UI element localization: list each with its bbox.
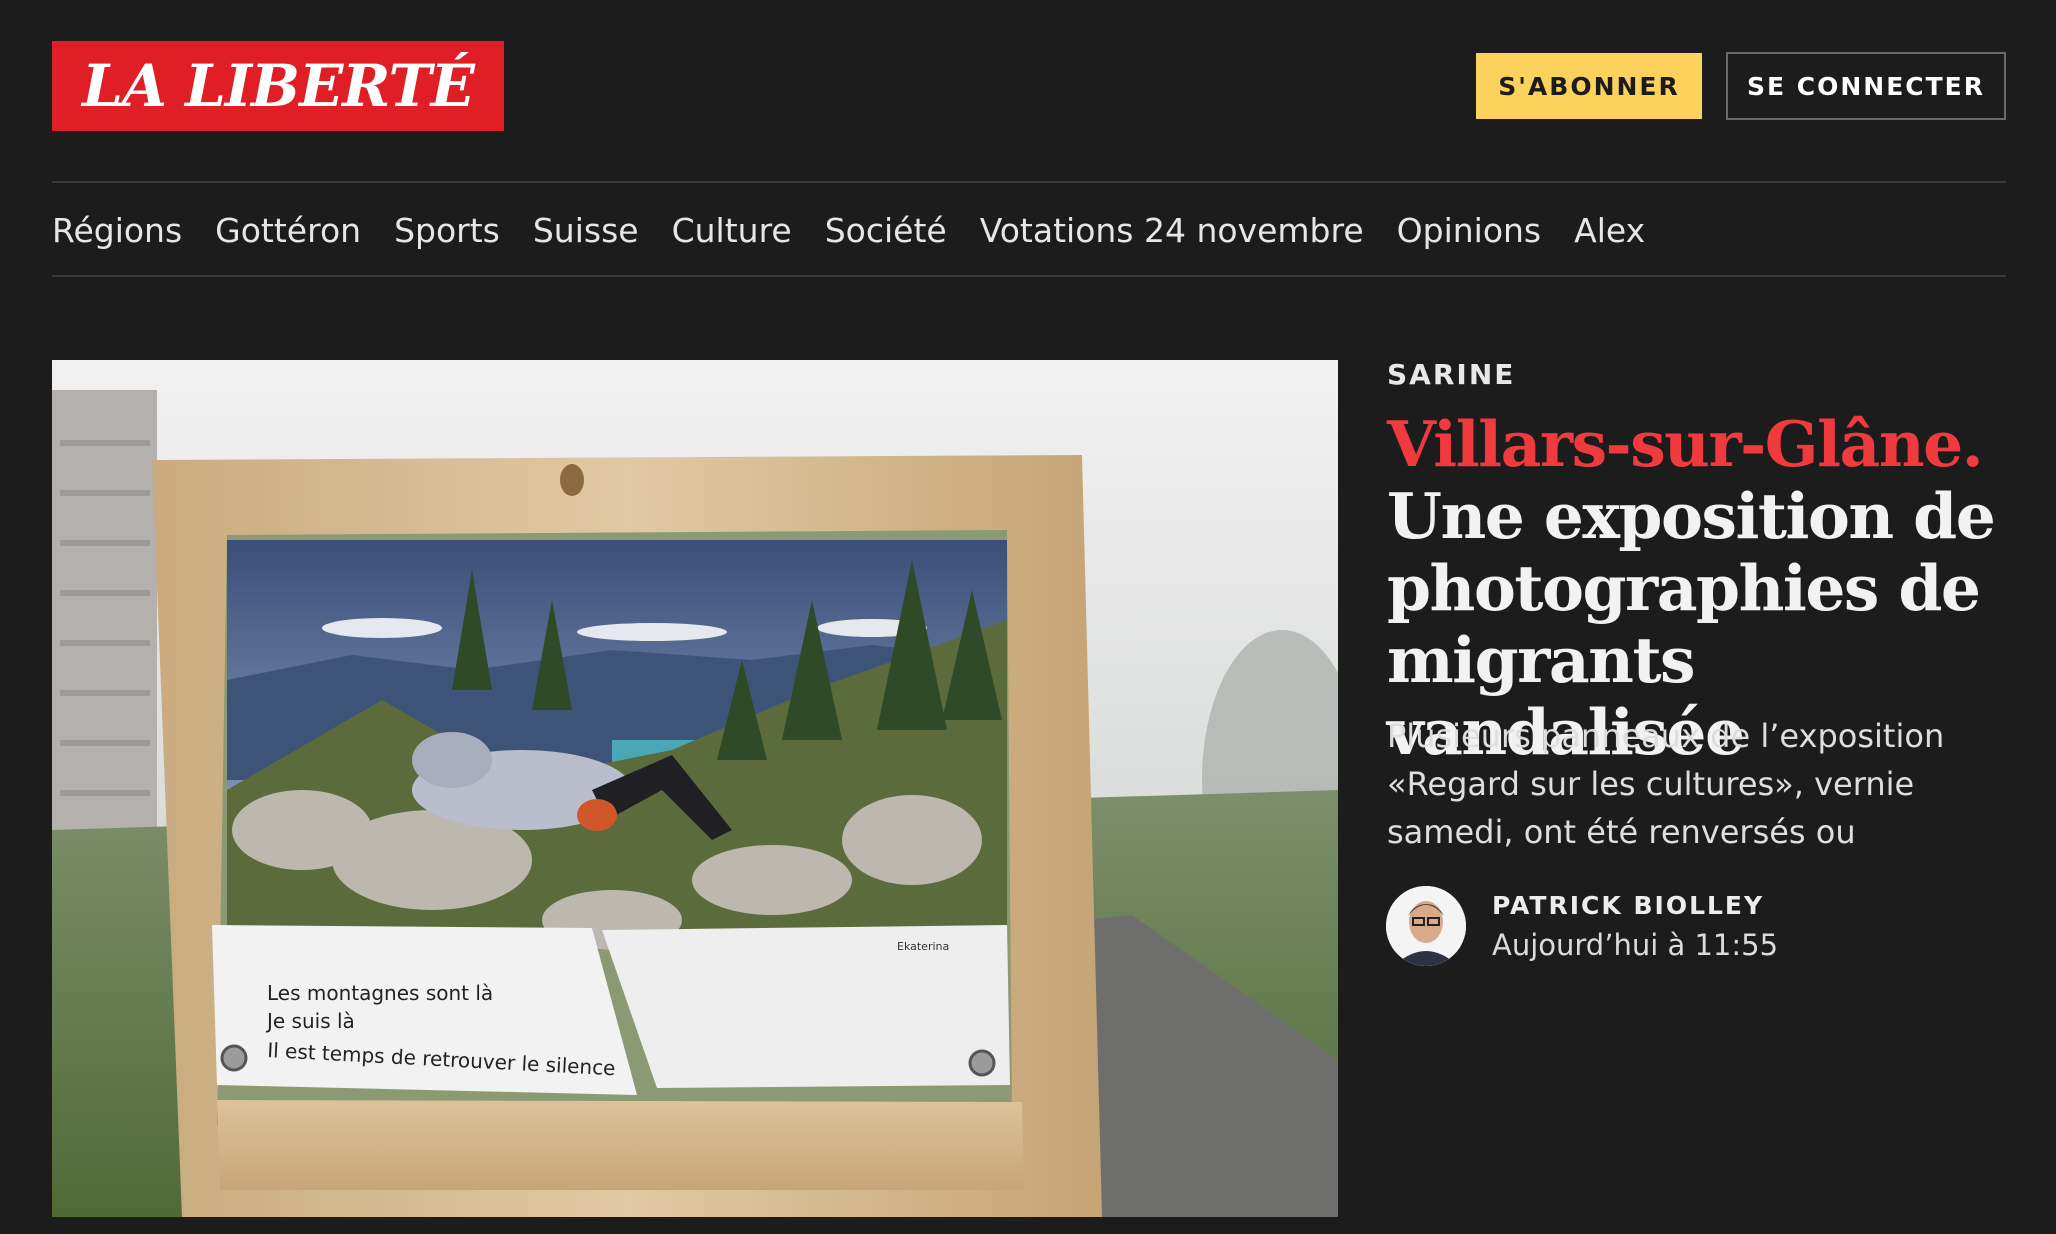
nav-item-alex[interactable]: Alex (1574, 211, 1645, 250)
nav-item-culture[interactable]: Culture (672, 211, 792, 250)
page: LA LIBERTÉ S'ABONNER SE CONNECTER Région… (0, 0, 2056, 1234)
article-kicker[interactable]: SARINE (1387, 358, 1515, 391)
nav-item-regions[interactable]: Régions (52, 211, 182, 250)
author-meta: PATRICK BIOLLEY Aujourd’hui à 11:55 (1492, 891, 1778, 962)
nav-item-suisse[interactable]: Suisse (533, 211, 639, 250)
nav-item-gotteron[interactable]: Gottéron (215, 211, 361, 250)
login-button[interactable]: SE CONNECTER (1726, 52, 2006, 120)
nav-item-sports[interactable]: Sports (394, 211, 500, 250)
article-hero-image[interactable]: Ekaterina Les montagnes sont là Je suis … (52, 360, 1338, 1217)
poem-line-1: Les montagnes sont là (267, 981, 493, 1005)
headline-place: Villars-sur-Glâne. (1387, 407, 1984, 481)
nav-item-votations[interactable]: Votations 24 novembre (980, 211, 1364, 250)
nav-divider-top (52, 181, 2006, 183)
main-nav: Régions Gottéron Sports Suisse Culture S… (52, 206, 1678, 254)
author-name[interactable]: PATRICK BIOLLEY (1492, 891, 1778, 920)
author-block: PATRICK BIOLLEY Aujourd’hui à 11:55 (1386, 886, 1778, 966)
nav-item-societe[interactable]: Société (825, 211, 947, 250)
site-logo[interactable]: LA LIBERTÉ (52, 41, 504, 131)
poem-line-2: Je suis là (265, 1009, 355, 1033)
subscribe-button[interactable]: S'ABONNER (1476, 53, 1702, 119)
article-date: Aujourd’hui à 11:55 (1492, 927, 1779, 962)
nav-divider-bottom (52, 275, 2006, 277)
nav-item-opinions[interactable]: Opinions (1397, 211, 1541, 250)
image-credit: Ekaterina (897, 940, 949, 953)
article-lead: Plusieurs panneaux de l’exposition «Rega… (1387, 717, 1945, 851)
author-avatar[interactable] (1386, 886, 1466, 966)
logo-text: LA LIBERTÉ (82, 52, 475, 120)
